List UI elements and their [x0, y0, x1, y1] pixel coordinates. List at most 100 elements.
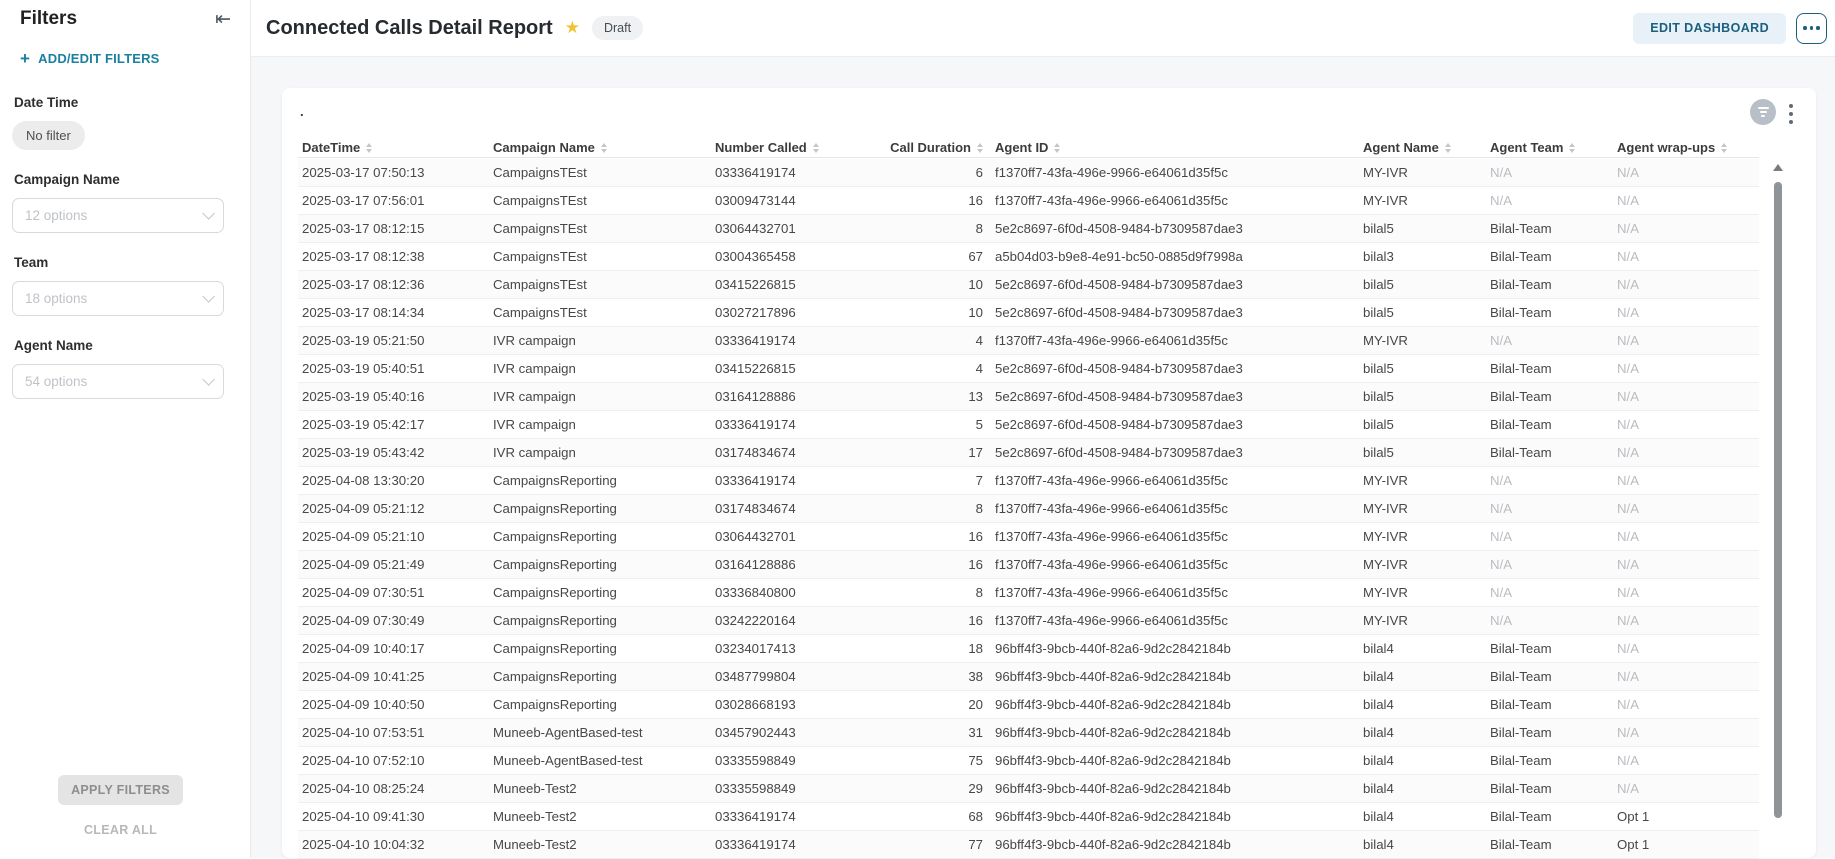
table-cell: 2025-03-19 05:42:17: [298, 417, 489, 432]
column-header-call-duration[interactable]: Call Duration: [861, 138, 983, 158]
table-cell: 2025-04-09 07:30:49: [298, 613, 489, 628]
column-header-agent-team[interactable]: Agent Team: [1482, 138, 1609, 158]
column-header-agent-name[interactable]: Agent Name: [1355, 138, 1482, 158]
apply-filters-button[interactable]: APPLY FILTERS: [58, 775, 183, 805]
add-edit-filters-button[interactable]: + ADD/EDIT FILTERS: [20, 50, 160, 67]
dashboard-more-menu-button[interactable]: [1796, 13, 1827, 44]
column-header-agent-id[interactable]: Agent ID: [983, 138, 1355, 158]
table-row: 2025-04-09 10:41:25CampaignsReporting034…: [298, 663, 1759, 691]
sort-icon[interactable]: [1569, 143, 1575, 153]
sort-icon[interactable]: [1445, 143, 1451, 153]
sort-icon[interactable]: [366, 143, 372, 153]
table-cell: 2025-04-09 10:40:50: [298, 697, 489, 712]
table-cell: 2025-03-17 08:12:36: [298, 277, 489, 292]
table-cell: 29: [861, 781, 983, 796]
table-cell: 16: [861, 613, 983, 628]
dot-icon: [1810, 26, 1814, 30]
table-cell: N/A: [1609, 557, 1759, 572]
table-row: 2025-04-09 10:40:50CampaignsReporting030…: [298, 691, 1759, 719]
table-body: 2025-03-17 07:50:13CampaignsTEst03336419…: [298, 159, 1759, 859]
sort-icon[interactable]: [813, 143, 819, 153]
table-cell: N/A: [1482, 165, 1609, 180]
table-cell: 03415226815: [711, 361, 861, 376]
table-cell: IVR campaign: [489, 389, 711, 404]
campaign-name-select[interactable]: 12 options: [12, 198, 224, 233]
table-cell: 96bff4f3-9bcb-440f-82a6-9d2c2842184b: [983, 809, 1355, 824]
table-cell: Bilal-Team: [1482, 753, 1609, 768]
table-cell: Bilal-Team: [1482, 305, 1609, 320]
table-row: 2025-04-09 05:21:49CampaignsReporting031…: [298, 551, 1759, 579]
table-cell: Opt 1: [1609, 837, 1759, 852]
table-cell: CampaignsReporting: [489, 473, 711, 488]
table-cell: f1370ff7-43fa-496e-9966-e64061d35f5c: [983, 501, 1355, 516]
edit-dashboard-button[interactable]: EDIT DASHBOARD: [1633, 13, 1786, 44]
table-cell: 2025-04-10 07:53:51: [298, 725, 489, 740]
table-cell: MY-IVR: [1355, 165, 1482, 180]
table-cell: 03336419174: [711, 417, 861, 432]
table-cell: f1370ff7-43fa-496e-9966-e64061d35f5c: [983, 585, 1355, 600]
table-cell: 2025-04-09 07:30:51: [298, 585, 489, 600]
table-row: 2025-04-10 07:52:10Muneeb-AgentBased-tes…: [298, 747, 1759, 775]
table-cell: 5e2c8697-6f0d-4508-9484-b7309587dae3: [983, 417, 1355, 432]
widget-title: .: [300, 104, 304, 119]
sort-icon[interactable]: [1054, 143, 1060, 153]
table-cell: CampaignsTEst: [489, 193, 711, 208]
select-placeholder: 18 options: [25, 291, 87, 306]
table-cell: 03009473144: [711, 193, 861, 208]
table-vertical-scrollbar: [1774, 164, 1782, 854]
team-select[interactable]: 18 options: [12, 281, 224, 316]
widget-filter-button[interactable]: [1750, 99, 1776, 125]
table-cell: 03164128886: [711, 557, 861, 572]
table-cell: f1370ff7-43fa-496e-9966-e64061d35f5c: [983, 193, 1355, 208]
dot-icon: [1803, 26, 1807, 30]
sort-asc-icon: [1445, 143, 1451, 147]
collapse-sidebar-icon[interactable]: ⇤: [215, 10, 231, 29]
table-cell: N/A: [1609, 165, 1759, 180]
table-cell: IVR campaign: [489, 333, 711, 348]
draft-status-badge: Draft: [592, 16, 643, 40]
sort-icon[interactable]: [1721, 143, 1727, 153]
table-cell: 2025-04-09 10:41:25: [298, 669, 489, 684]
dot-icon: [1789, 104, 1793, 108]
plus-icon: +: [20, 50, 30, 67]
column-header-number-called[interactable]: Number Called: [711, 138, 861, 158]
dashboard-content: . DateTimeCampaign NameNumber CalledCall…: [251, 57, 1835, 858]
favorite-star-icon[interactable]: ★: [565, 18, 580, 38]
table-cell: N/A: [1609, 361, 1759, 376]
table-cell: 03027217896: [711, 305, 861, 320]
widget-more-menu-button[interactable]: [1786, 100, 1796, 128]
table-row: 2025-04-10 07:53:51Muneeb-AgentBased-tes…: [298, 719, 1759, 747]
table-cell: N/A: [1609, 193, 1759, 208]
agent-name-select[interactable]: 54 options: [12, 364, 224, 399]
column-header-agent-wrap-ups[interactable]: Agent wrap-ups: [1609, 138, 1759, 158]
table-cell: N/A: [1609, 725, 1759, 740]
main-area: Connected Calls Detail Report ★ Draft ED…: [251, 0, 1835, 858]
table-cell: MY-IVR: [1355, 473, 1482, 488]
table-cell: Muneeb-Test2: [489, 781, 711, 796]
table-cell: 68: [861, 809, 983, 824]
table-cell: N/A: [1609, 697, 1759, 712]
table-cell: 2025-04-10 07:52:10: [298, 753, 489, 768]
table-cell: 16: [861, 557, 983, 572]
table-cell: 8: [861, 585, 983, 600]
table-row: 2025-04-08 13:30:20CampaignsReporting033…: [298, 467, 1759, 495]
table-header-row: DateTimeCampaign NameNumber CalledCall D…: [298, 138, 1759, 158]
filters-panel-title: Filters: [20, 8, 77, 30]
clear-all-button[interactable]: CLEAR ALL: [0, 823, 241, 837]
table-row: 2025-04-09 07:30:49CampaignsReporting032…: [298, 607, 1759, 635]
column-header-label: Agent Name: [1363, 140, 1439, 155]
report-table-card: . DateTimeCampaign NameNumber CalledCall…: [282, 88, 1816, 858]
table-cell: Bilal-Team: [1482, 417, 1609, 432]
column-header-datetime[interactable]: DateTime: [298, 138, 489, 158]
scrollbar-thumb[interactable]: [1774, 182, 1782, 818]
table-cell: 03064432701: [711, 529, 861, 544]
table-cell: 03336419174: [711, 473, 861, 488]
table-cell: bilal4: [1355, 809, 1482, 824]
column-header-campaign-name[interactable]: Campaign Name: [489, 138, 711, 158]
scroll-up-arrow-icon[interactable]: [1773, 164, 1783, 171]
sort-icon[interactable]: [601, 143, 607, 153]
filter-section-agent-name: Agent Name54 options: [12, 338, 226, 399]
table-cell: N/A: [1482, 501, 1609, 516]
no-filter-chip[interactable]: No filter: [12, 121, 85, 150]
table-cell: bilal4: [1355, 669, 1482, 684]
